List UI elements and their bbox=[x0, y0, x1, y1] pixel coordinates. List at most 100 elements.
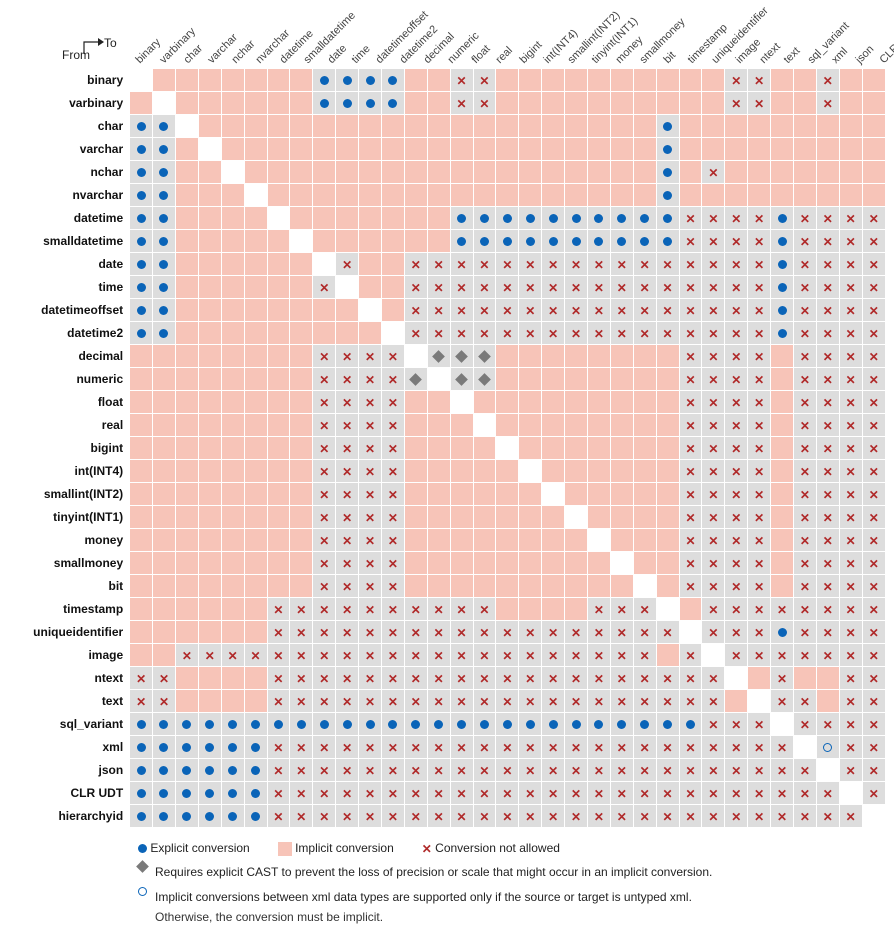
cell-8-30: ✕ bbox=[816, 253, 839, 276]
cell-22-32: ✕ bbox=[862, 575, 885, 598]
cell-29-13: ✕ bbox=[427, 736, 450, 759]
cell-22-13 bbox=[427, 575, 450, 598]
cell-11-5 bbox=[244, 322, 267, 345]
cell-0-9 bbox=[336, 69, 359, 92]
cell-16-3 bbox=[198, 437, 221, 460]
cell-11-19: ✕ bbox=[565, 322, 588, 345]
cell-12-5 bbox=[244, 345, 267, 368]
cell-31-28: ✕ bbox=[771, 782, 794, 805]
cell-6-30: ✕ bbox=[816, 207, 839, 230]
cell-0-6 bbox=[267, 69, 290, 92]
cell-25-8: ✕ bbox=[313, 644, 336, 667]
rowlabel-float: float bbox=[8, 391, 130, 414]
cell-2-2 bbox=[175, 115, 198, 138]
cell-14-12 bbox=[404, 391, 427, 414]
cell-31-7: ✕ bbox=[290, 782, 313, 805]
cell-12-22 bbox=[633, 345, 656, 368]
cell-9-9 bbox=[336, 276, 359, 299]
cell-5-29 bbox=[793, 184, 816, 207]
cell-8-19: ✕ bbox=[565, 253, 588, 276]
cell-26-4 bbox=[221, 667, 244, 690]
cell-0-4 bbox=[221, 69, 244, 92]
cell-23-20: ✕ bbox=[587, 598, 610, 621]
cell-27-3 bbox=[198, 690, 221, 713]
rowlabel-bigint: bigint bbox=[8, 437, 130, 460]
cell-1-11 bbox=[381, 92, 404, 115]
cell-28-19 bbox=[565, 713, 588, 736]
cell-25-6: ✕ bbox=[267, 644, 290, 667]
cell-4-17 bbox=[519, 161, 542, 184]
cell-6-12 bbox=[404, 207, 427, 230]
cell-9-29: ✕ bbox=[793, 276, 816, 299]
cell-18-13 bbox=[427, 483, 450, 506]
cell-6-11 bbox=[381, 207, 404, 230]
cell-9-25: ✕ bbox=[702, 276, 725, 299]
colhead-binary: binary bbox=[134, 36, 164, 66]
cell-25-30: ✕ bbox=[816, 644, 839, 667]
cell-0-8 bbox=[313, 69, 336, 92]
cell-27-17: ✕ bbox=[519, 690, 542, 713]
cell-25-5: ✕ bbox=[244, 644, 267, 667]
cell-0-27: ✕ bbox=[748, 69, 771, 92]
cell-29-25: ✕ bbox=[702, 736, 725, 759]
cell-2-13 bbox=[427, 115, 450, 138]
cell-32-21: ✕ bbox=[610, 805, 633, 828]
cell-19-8: ✕ bbox=[313, 506, 336, 529]
cell-10-11 bbox=[381, 299, 404, 322]
cell-23-12: ✕ bbox=[404, 598, 427, 621]
cell-24-18: ✕ bbox=[542, 621, 565, 644]
cell-11-6 bbox=[267, 322, 290, 345]
rowlabel-tinyint(INT1): tinyint(INT1) bbox=[8, 506, 130, 529]
cell-6-25: ✕ bbox=[702, 207, 725, 230]
cell-20-10: ✕ bbox=[359, 529, 382, 552]
cell-19-29: ✕ bbox=[793, 506, 816, 529]
cell-32-19: ✕ bbox=[565, 805, 588, 828]
cell-10-7 bbox=[290, 299, 313, 322]
rowlabel-real: real bbox=[8, 414, 130, 437]
ring-icon bbox=[138, 887, 147, 896]
rowlabel-numeric: numeric bbox=[8, 368, 130, 391]
cell-4-15 bbox=[473, 161, 496, 184]
cell-4-30 bbox=[816, 161, 839, 184]
cell-18-20 bbox=[587, 483, 610, 506]
cell-30-32: ✕ bbox=[862, 759, 885, 782]
cell-24-23: ✕ bbox=[656, 621, 679, 644]
cell-8-27: ✕ bbox=[748, 253, 771, 276]
cell-21-14 bbox=[450, 552, 473, 575]
cell-6-0 bbox=[130, 207, 153, 230]
cell-22-25: ✕ bbox=[702, 575, 725, 598]
cell-28-24 bbox=[679, 713, 702, 736]
cell-10-32: ✕ bbox=[862, 299, 885, 322]
cell-27-9: ✕ bbox=[336, 690, 359, 713]
cell-14-2 bbox=[175, 391, 198, 414]
cell-26-17: ✕ bbox=[519, 667, 542, 690]
cell-15-1 bbox=[153, 414, 176, 437]
cell-23-10: ✕ bbox=[359, 598, 382, 621]
cell-16-30: ✕ bbox=[816, 437, 839, 460]
cell-16-28 bbox=[771, 437, 794, 460]
cell-8-22: ✕ bbox=[633, 253, 656, 276]
cell-11-24: ✕ bbox=[679, 322, 702, 345]
rowlabel-int(INT4): int(INT4) bbox=[8, 460, 130, 483]
cell-7-26: ✕ bbox=[725, 230, 748, 253]
cell-8-6 bbox=[267, 253, 290, 276]
cell-3-32 bbox=[862, 138, 885, 161]
cell-24-21: ✕ bbox=[610, 621, 633, 644]
cell-29-5 bbox=[244, 736, 267, 759]
cell-3-26 bbox=[725, 138, 748, 161]
cell-25-12: ✕ bbox=[404, 644, 427, 667]
cell-27-0: ✕ bbox=[130, 690, 153, 713]
cell-30-5 bbox=[244, 759, 267, 782]
cell-27-28: ✕ bbox=[771, 690, 794, 713]
rowlabel-time: time bbox=[8, 276, 130, 299]
cell-14-19 bbox=[565, 391, 588, 414]
cell-13-14 bbox=[450, 368, 473, 391]
cell-23-6: ✕ bbox=[267, 598, 290, 621]
cell-18-29: ✕ bbox=[793, 483, 816, 506]
cell-7-30: ✕ bbox=[816, 230, 839, 253]
cell-23-26: ✕ bbox=[725, 598, 748, 621]
cell-31-5 bbox=[244, 782, 267, 805]
cell-22-11: ✕ bbox=[381, 575, 404, 598]
cell-28-23 bbox=[656, 713, 679, 736]
cell-29-19: ✕ bbox=[565, 736, 588, 759]
